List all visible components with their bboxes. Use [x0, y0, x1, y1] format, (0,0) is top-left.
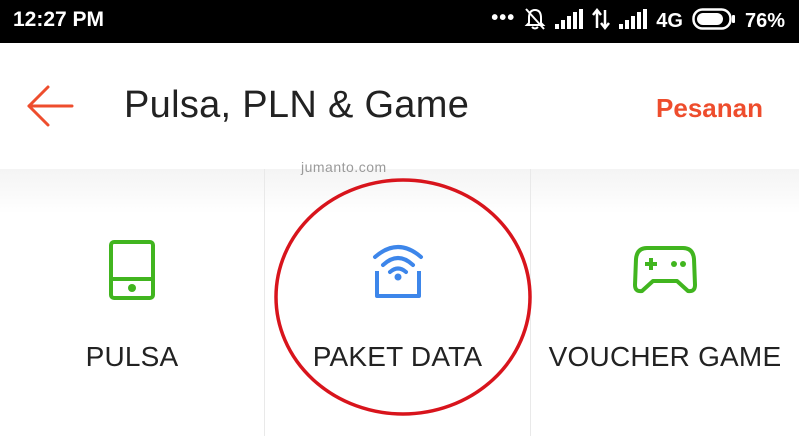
category-grid: PULSA PAKET DATA VOUCHER GAME — [0, 169, 799, 436]
page-title: Pulsa, PLN & Game — [124, 84, 470, 126]
category-label: PAKET DATA — [312, 341, 483, 372]
network-type: 4G — [656, 10, 683, 32]
status-icons: ••• 4G 76% — [491, 0, 785, 43]
orders-button[interactable]: Pesanan — [656, 93, 763, 124]
category-voucher-game[interactable]: VOUCHER GAME — [531, 169, 799, 436]
data-transfer-icon — [592, 7, 611, 35]
phone-icon — [109, 240, 155, 300]
status-bar: 12:27 PM ••• 4G 76% — [0, 0, 799, 43]
gamepad-icon — [633, 246, 697, 294]
mute-bell-icon — [524, 7, 546, 36]
status-time: 12:27 PM — [13, 8, 105, 31]
signal-icon-2 — [619, 9, 648, 34]
category-paket-data[interactable]: PAKET DATA — [265, 169, 530, 436]
battery-percent: 76% — [744, 10, 785, 32]
battery-icon — [692, 8, 736, 35]
notification-dots: ••• — [491, 7, 516, 29]
category-pulsa[interactable]: PULSA — [0, 169, 264, 436]
signal-icon-1 — [555, 9, 584, 34]
back-arrow-icon — [27, 85, 74, 127]
app-bar: Pulsa, PLN & Game Pesanan — [0, 43, 799, 169]
back-button[interactable] — [26, 84, 76, 128]
wifi-router-icon — [373, 245, 423, 298]
category-label: PULSA — [85, 341, 179, 372]
category-label: VOUCHER GAME — [548, 341, 782, 372]
watermark: jumanto.com — [301, 159, 387, 175]
